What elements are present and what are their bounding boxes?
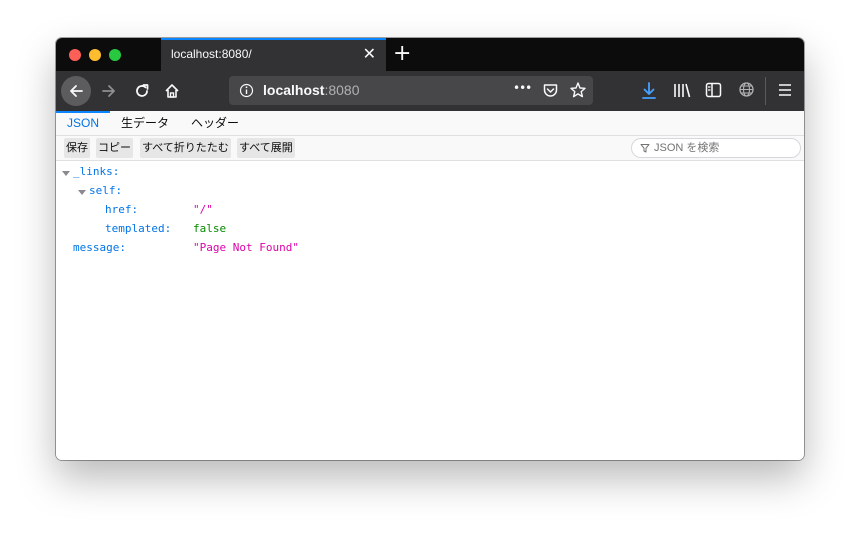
pocket-icon[interactable] — [542, 82, 559, 99]
collapse-self-icon[interactable] — [78, 190, 86, 195]
browser-window: localhost:8080/ ✕ + localhost:8080 ••• J… — [56, 38, 804, 460]
back-arrow-icon — [70, 85, 83, 97]
json-tree: _links: self: href: "/" templated: false… — [56, 161, 804, 460]
toolbar-separator — [765, 77, 766, 105]
star-icon[interactable] — [569, 81, 587, 99]
tab-headers[interactable]: ヘッダー — [191, 111, 239, 135]
forward-arrow-icon — [102, 85, 115, 97]
templated-key: templated: — [105, 222, 172, 235]
json-viewer-tabs: JSON 生データ ヘッダー — [56, 111, 804, 136]
json-filter-box — [631, 138, 801, 158]
tab-json[interactable]: JSON — [56, 111, 110, 135]
href-key: href: — [105, 203, 139, 216]
library-icon[interactable] — [673, 82, 691, 99]
back-button[interactable] — [61, 76, 91, 106]
message-key: message: — [73, 241, 126, 254]
json-filter-input[interactable] — [654, 140, 794, 156]
message-value: "Page Not Found" — [193, 241, 299, 254]
filter-icon — [640, 144, 650, 153]
links-key[interactable]: _links: — [73, 162, 119, 181]
url-bar[interactable]: localhost:8080 ••• — [229, 76, 593, 105]
self-key[interactable]: self: — [89, 181, 122, 200]
url-text[interactable]: localhost:8080 — [263, 82, 360, 98]
sidebar-icon[interactable] — [705, 82, 722, 98]
globe-icon[interactable] — [738, 81, 755, 98]
forward-button[interactable] — [99, 81, 119, 101]
href-value: "/" — [193, 203, 213, 216]
json-toolbar: 保存 コピー すべて折りたたむ すべて展開 — [56, 136, 804, 161]
browser-tab[interactable]: localhost:8080/ ✕ — [161, 38, 386, 71]
templated-value: false — [193, 222, 227, 235]
reload-button[interactable] — [132, 81, 152, 101]
window-close-button[interactable] — [69, 49, 81, 61]
window-minimize-button[interactable] — [89, 49, 101, 61]
expand-all-button[interactable]: すべて展開 — [237, 138, 295, 158]
tab-title: localhost:8080/ — [171, 47, 252, 61]
tab-raw-data[interactable]: 生データ — [121, 111, 169, 135]
collapse-links-icon[interactable] — [62, 171, 70, 176]
tab-close-icon[interactable]: ✕ — [363, 44, 376, 64]
home-icon — [165, 84, 179, 98]
hamburger-menu-icon[interactable] — [777, 83, 793, 97]
title-bar: localhost:8080/ ✕ + — [56, 38, 804, 71]
save-button[interactable]: 保存 — [64, 138, 90, 158]
navigation-bar: localhost:8080 ••• — [56, 71, 804, 111]
download-icon[interactable] — [641, 82, 657, 100]
copy-button[interactable]: コピー — [96, 138, 133, 158]
url-port: :8080 — [324, 82, 360, 98]
collapse-all-button[interactable]: すべて折りたたむ — [140, 138, 231, 158]
page-actions-icon[interactable]: ••• — [513, 81, 532, 95]
home-button[interactable] — [162, 81, 182, 101]
info-icon[interactable] — [239, 83, 254, 98]
reload-icon — [136, 84, 149, 97]
new-tab-button[interactable]: + — [393, 41, 411, 67]
url-host: localhost — [263, 82, 325, 98]
window-maximize-button[interactable] — [109, 49, 121, 61]
